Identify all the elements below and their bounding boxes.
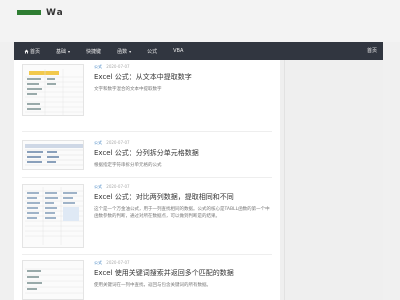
site-header: Wa bbox=[0, 0, 400, 42]
nav-item-label: 基础 bbox=[56, 48, 67, 55]
main-nav: 首页 基础 ▾ 快捷键 函数 ▾ 公式 VBA bbox=[14, 42, 280, 60]
nav-right-link[interactable]: 首页 bbox=[367, 42, 377, 60]
divider bbox=[284, 60, 285, 300]
article-thumbnail[interactable] bbox=[22, 184, 84, 248]
divider bbox=[22, 177, 272, 178]
article-title[interactable]: Excel 公式：分列拆分单元格数据 bbox=[94, 148, 199, 158]
article-date: 2020-07-07 bbox=[106, 260, 130, 265]
chevron-down-icon: ▾ bbox=[68, 48, 71, 54]
nav-item-label: 函数 bbox=[117, 48, 128, 55]
article-title[interactable]: Excel 公式：对比两列数据，提取相同和不同 bbox=[94, 192, 234, 202]
divider bbox=[22, 131, 272, 132]
article-meta: 公式 2020-07-07 bbox=[94, 64, 130, 70]
article-excerpt: 这个是一个万金油公式，用于一列查找相同的数据。公式的核心是TABLL函数的第一个… bbox=[94, 207, 270, 219]
article-date: 2020-07-07 bbox=[106, 64, 130, 69]
nav-item-vba[interactable]: VBA bbox=[173, 48, 191, 54]
nav-item-formulas[interactable]: 公式 bbox=[147, 48, 165, 55]
site-logo[interactable]: Wa bbox=[46, 8, 64, 18]
nav-item-label: 公式 bbox=[147, 48, 158, 55]
nav-item-label: VBA bbox=[173, 48, 184, 54]
article-category[interactable]: 公式 bbox=[94, 140, 102, 145]
article-meta: 公式 2020-07-07 bbox=[94, 184, 130, 190]
list-item: 公式 2020-07-07 Excel 公式：从文本中提取数字 文字和数字混合的… bbox=[22, 64, 272, 126]
nav-item-functions[interactable]: 函数 ▾ bbox=[117, 48, 139, 55]
list-item: 公式 2020-07-07 Excel 公式：对比两列数据，提取相同和不同 这个… bbox=[22, 184, 272, 254]
list-item: 公式 2020-07-07 Excel 使用关键词搜索并返回多个匹配的数据 使用… bbox=[22, 260, 272, 300]
nav-item-basics[interactable]: 基础 ▾ bbox=[56, 48, 78, 55]
nav-item-home[interactable]: 首页 bbox=[24, 48, 48, 55]
article-meta: 公式 2020-07-07 bbox=[94, 140, 130, 146]
divider bbox=[22, 254, 272, 255]
article-thumbnail[interactable] bbox=[22, 140, 84, 170]
home-icon bbox=[24, 49, 29, 54]
nav-item-label: 快捷键 bbox=[86, 48, 102, 55]
nav-item-shortcuts[interactable]: 快捷键 bbox=[86, 48, 109, 55]
article-category[interactable]: 公式 bbox=[94, 260, 102, 265]
article-thumbnail[interactable] bbox=[22, 64, 84, 116]
article-title[interactable]: Excel 公式：从文本中提取数字 bbox=[94, 72, 192, 82]
article-excerpt: 文字和数字混合的文本中提取数字 bbox=[94, 87, 162, 92]
article-category[interactable]: 公式 bbox=[94, 184, 102, 189]
nav-item-label: 首页 bbox=[30, 48, 41, 55]
list-item: 公式 2020-07-07 Excel 公式：分列拆分单元格数据 根据指定字符串… bbox=[22, 140, 272, 176]
chevron-down-icon: ▾ bbox=[129, 48, 132, 54]
article-meta: 公式 2020-07-07 bbox=[94, 260, 130, 266]
article-title[interactable]: Excel 使用关键词搜索并返回多个匹配的数据 bbox=[94, 268, 234, 278]
article-excerpt: 根据指定字符串拆分单元格的公式 bbox=[94, 163, 162, 168]
article-category[interactable]: 公式 bbox=[94, 64, 102, 69]
logo-mark[interactable] bbox=[17, 10, 41, 15]
article-list: 公式 2020-07-07 Excel 公式：从文本中提取数字 文字和数字混合的… bbox=[14, 60, 280, 300]
article-excerpt: 使用关键词在一列中查找，返回与包含关键词的所有数据。 bbox=[94, 283, 211, 288]
sidebar bbox=[280, 60, 383, 300]
article-thumbnail[interactable] bbox=[22, 260, 84, 300]
article-date: 2020-07-07 bbox=[106, 184, 130, 189]
article-date: 2020-07-07 bbox=[106, 140, 130, 145]
